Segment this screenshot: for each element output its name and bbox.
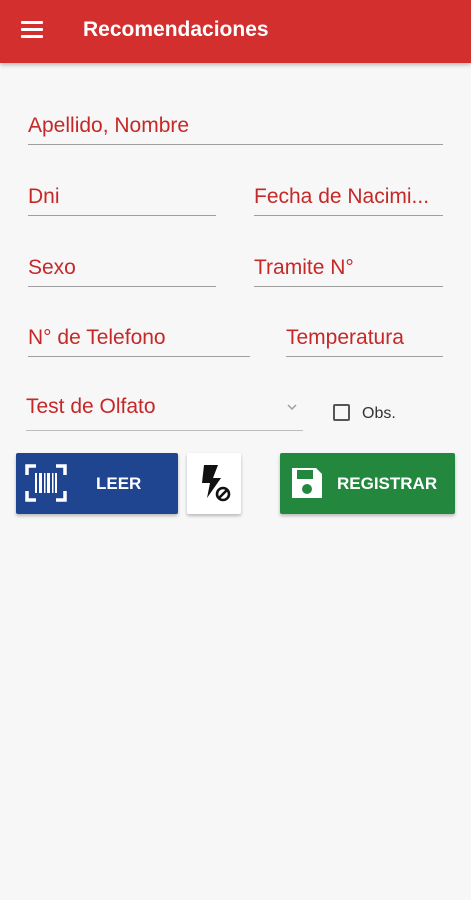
chevron-down-icon	[287, 404, 297, 411]
apellido-nombre-field[interactable]: Apellido, Nombre	[28, 105, 443, 145]
flash-toggle-button[interactable]	[187, 453, 241, 514]
flash-off-icon	[202, 465, 231, 502]
telefono-placeholder: N° de Telefono	[28, 326, 166, 349]
sexo-field[interactable]: Sexo	[28, 247, 216, 287]
test-olfato-selected: Test de Olfato	[26, 395, 156, 418]
temperatura-field[interactable]: Temperatura	[286, 317, 443, 357]
leer-button[interactable]: LEER	[16, 453, 178, 514]
registrar-label: REGISTRAR	[337, 474, 438, 493]
tramite-field[interactable]: Tramite N°	[254, 247, 443, 287]
test-olfato-select[interactable]: Test de Olfato	[26, 390, 303, 431]
dni-placeholder: Dni	[28, 185, 60, 208]
obs-checkbox-box[interactable]	[333, 404, 350, 421]
floppy-disk-icon	[292, 468, 322, 498]
temperatura-placeholder: Temperatura	[286, 326, 404, 349]
sexo-placeholder: Sexo	[28, 256, 76, 279]
telefono-field[interactable]: N° de Telefono	[28, 317, 250, 357]
registrar-button[interactable]: REGISTRAR	[280, 453, 455, 514]
barcode-scan-icon	[25, 464, 67, 502]
hamburger-menu-icon[interactable]	[21, 21, 45, 39]
dni-field[interactable]: Dni	[28, 176, 216, 216]
leer-label: LEER	[96, 474, 142, 493]
app-bar: Recomendaciones	[0, 0, 471, 63]
fecha-nacimiento-placeholder: Fecha de Nacimi...	[254, 185, 430, 208]
tramite-placeholder: Tramite N°	[254, 256, 354, 279]
page-title: Recomendaciones	[83, 18, 269, 41]
fecha-nacimiento-field[interactable]: Fecha de Nacimi...	[254, 176, 443, 216]
obs-label: Obs.	[362, 405, 396, 422]
apellido-nombre-placeholder: Apellido, Nombre	[28, 114, 190, 137]
